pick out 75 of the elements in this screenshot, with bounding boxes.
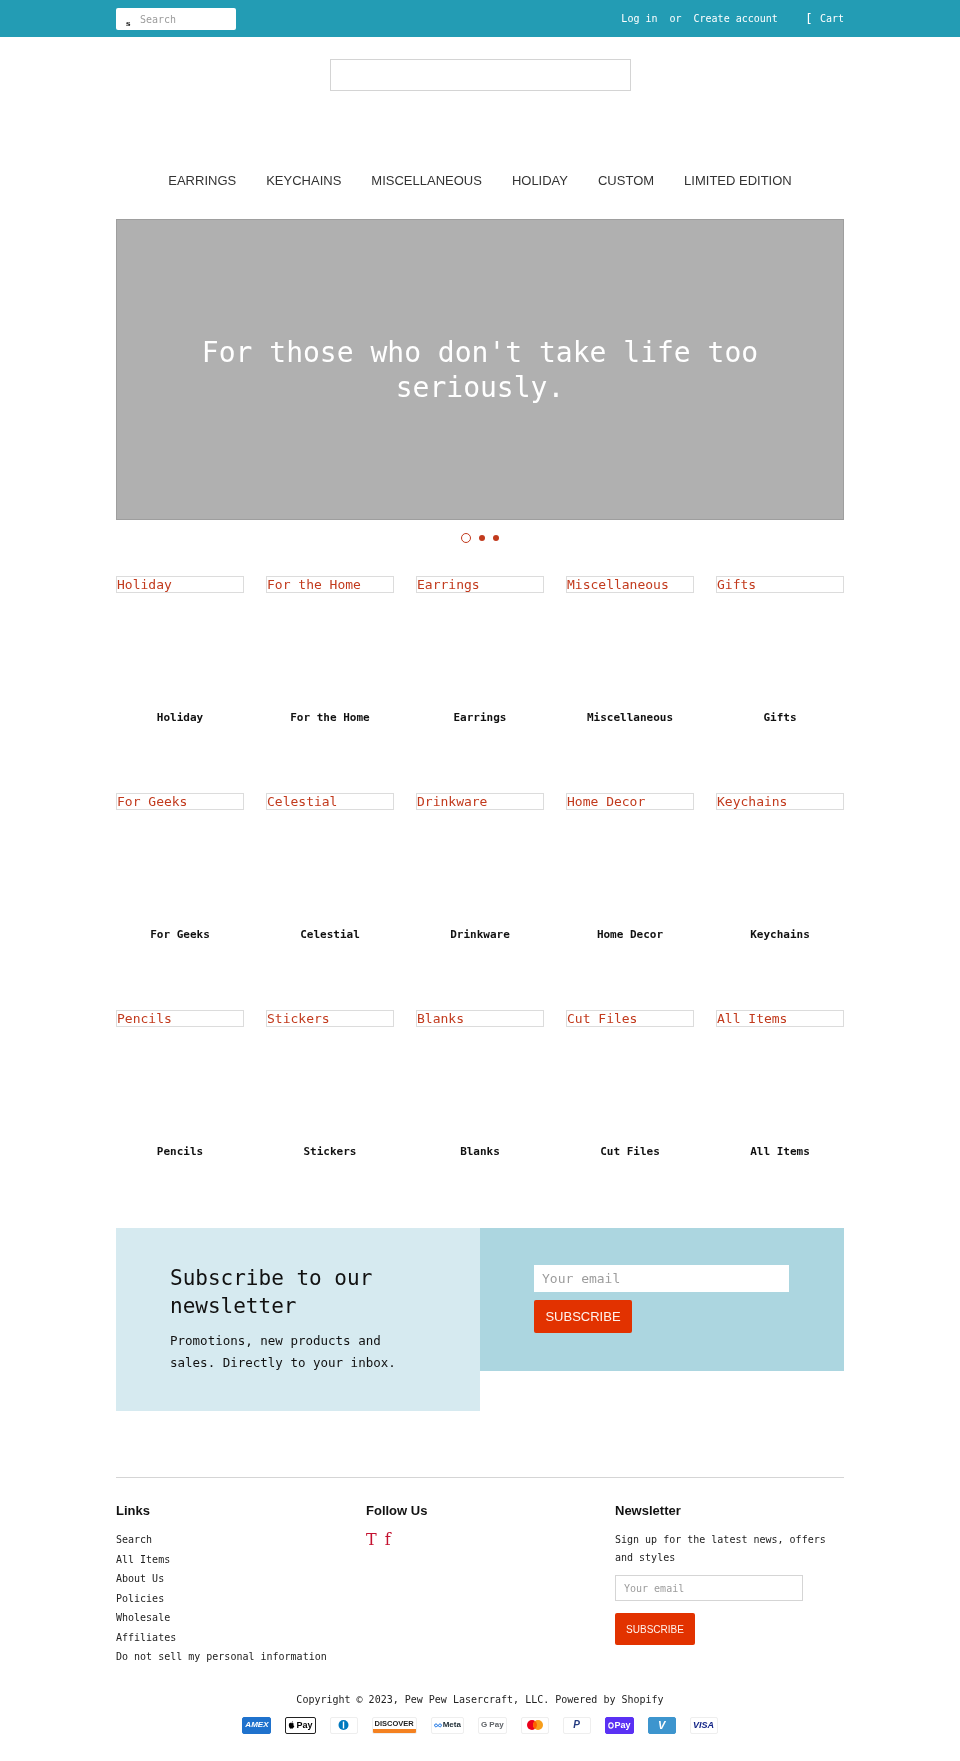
- payment-logo-text: P: [573, 1720, 580, 1730]
- newsletter-heading: Subscribe to our newsletter: [170, 1265, 374, 1320]
- footer-link[interactable]: All Items: [116, 1549, 171, 1569]
- overlapping-circles-icon: [526, 1720, 543, 1730]
- split-circle-icon: [338, 1720, 349, 1730]
- nav-link[interactable]: KEYCHAINS: [266, 171, 342, 191]
- nav-link[interactable]: CUSTOM: [598, 171, 655, 191]
- nav-link[interactable]: HOLIDAY: [511, 171, 568, 191]
- collection-name-link[interactable]: Celestial: [266, 928, 394, 942]
- collection-image-link[interactable]: Keychains: [716, 793, 844, 810]
- social-link[interactable]: f: [384, 1530, 391, 1550]
- apple-icon: [288, 1721, 296, 1729]
- footer-link[interactable]: Policies: [116, 1588, 165, 1608]
- collection-name-link[interactable]: All Items: [716, 1145, 844, 1159]
- collection-name-link[interactable]: Home Decor: [566, 928, 694, 942]
- hero-heading: For those who don't take life too seriously.: [200, 334, 760, 405]
- footer-subscribe-button[interactable]: SUBSCRIBE: [615, 1613, 695, 1645]
- nav-link[interactable]: MISCELLANEOUS: [371, 171, 482, 191]
- newsletter-description: Promotions, new products and sales. Directly to your inbox.: [170, 1332, 397, 1372]
- collection-image-link[interactable]: Celestial: [266, 793, 394, 810]
- collection-name-link[interactable]: Pencils: [116, 1145, 244, 1159]
- footer-heading: Newsletter: [615, 1503, 681, 1519]
- payment-logo-text: G Pay: [480, 1721, 504, 1729]
- copyright-text: Copyright © 2023, Pew Pew Lasercraft, LLC. Powered by Shopify: [295, 1692, 665, 1707]
- social-link[interactable]: T: [366, 1530, 377, 1550]
- collection-image-link[interactable]: Gifts: [716, 576, 844, 593]
- search-icon: s: [126, 18, 131, 27]
- collection-name-link[interactable]: Stickers: [266, 1145, 394, 1159]
- collection-image-link[interactable]: For the Home: [266, 576, 394, 593]
- footer-email-field[interactable]: Your email: [615, 1575, 803, 1601]
- payment-logo-text: Pay: [614, 1720, 631, 1730]
- collection-image-link[interactable]: Earrings: [416, 576, 544, 593]
- infinity-icon: [433, 1722, 442, 1728]
- footer-newsletter-text: Sign up for the latest news, offers and styles: [615, 1533, 827, 1565]
- footer-link[interactable]: Wholesale: [116, 1608, 171, 1628]
- collection-name-link[interactable]: Blanks: [416, 1145, 544, 1159]
- collection-image-link[interactable]: Miscellaneous: [566, 576, 694, 593]
- collection-image-link[interactable]: For Geeks: [116, 793, 244, 810]
- collection-image-link[interactable]: Drinkware: [416, 793, 544, 810]
- collection-image-link[interactable]: Home Decor: [566, 793, 694, 810]
- footer-link[interactable]: Affiliates: [116, 1627, 177, 1647]
- footer-heading: Follow Us: [366, 1503, 428, 1519]
- collection-name-link[interactable]: Keychains: [716, 928, 844, 942]
- collection-name-link[interactable]: For Geeks: [116, 928, 244, 942]
- subscribe-button[interactable]: SUBSCRIBE: [534, 1300, 632, 1333]
- ring-icon: [607, 1721, 614, 1729]
- footer-heading: Links: [116, 1503, 150, 1519]
- footer-link[interactable]: Search: [116, 1530, 153, 1550]
- payment-logo-text: Pay: [296, 1720, 313, 1730]
- collection-name-link[interactable]: Gifts: [716, 711, 844, 725]
- collection-name-link[interactable]: Miscellaneous: [566, 711, 694, 725]
- slide-dot[interactable]: [479, 535, 485, 541]
- collection-image-link[interactable]: Cut Files: [566, 1010, 694, 1027]
- payment-logo-text: AMEX: [245, 1721, 269, 1729]
- footer-link[interactable]: Do not sell my personal information: [116, 1647, 327, 1667]
- collection-name-link[interactable]: Holiday: [116, 711, 244, 725]
- email-field[interactable]: Your email: [534, 1265, 789, 1292]
- separator-text: or: [669, 13, 682, 24]
- collection-name-link[interactable]: Earrings: [416, 711, 544, 725]
- collection-name-link[interactable]: For the Home: [266, 711, 394, 725]
- payment-logo-text: V: [657, 1719, 666, 1731]
- cart-icon: [: [806, 12, 812, 25]
- collection-image-link[interactable]: Holiday: [116, 576, 244, 593]
- collection-name-link[interactable]: Drinkware: [416, 928, 544, 942]
- nav-link[interactable]: LIMITED EDITION: [684, 171, 792, 191]
- collection-image-link[interactable]: Pencils: [116, 1010, 244, 1027]
- slide-dot[interactable]: [493, 535, 499, 541]
- collection-image-link[interactable]: Stickers: [266, 1010, 394, 1027]
- payment-logo-text: Meta: [442, 1721, 461, 1729]
- nav-link[interactable]: EARRINGS: [168, 171, 237, 191]
- footer-link[interactable]: About Us: [116, 1569, 165, 1589]
- collection-image-link[interactable]: All Items: [716, 1010, 844, 1027]
- collection-name-link[interactable]: Cut Files: [566, 1145, 694, 1159]
- payment-logo-text: VISA: [693, 1720, 715, 1730]
- collection-image-link[interactable]: Blanks: [416, 1010, 544, 1027]
